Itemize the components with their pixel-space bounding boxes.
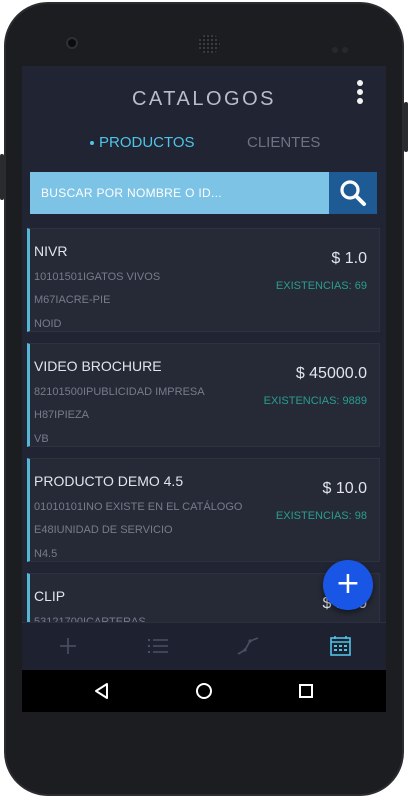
product-name: NIVR [34,243,68,259]
tab-productos[interactable]: PRODUCTOS [90,134,195,151]
page-title: CATALOGOS [131,88,276,110]
tab-bar: PRODUCTOS CLIENTES [22,134,386,158]
product-name: VIDEO BROCHURE [34,358,162,374]
product-stock: EXISTENCIAS: 69 [275,280,367,292]
app-screen: CATALOGOS PRODUCTOS CLIENTES BUSCAR POR … [22,66,386,712]
bottom-navigation [22,622,386,670]
search-button[interactable] [329,172,377,214]
product-price: $ 10.0 [322,480,367,497]
nav-catalog[interactable] [326,633,354,659]
product-card[interactable]: PRODUCTO DEMO 4.5 01010101INO EXISTE EN … [27,458,380,562]
recents-icon [299,684,313,698]
product-id: N4.5 [34,548,58,560]
add-icon [60,638,76,654]
tab-productos-label: PRODUCTOS [99,134,195,151]
product-name: PRODUCTO DEMO 4.5 [34,473,184,489]
product-card[interactable]: NIVR 10101501IGATOS VIVOS M67IACRE-PIE N… [27,228,380,332]
tab-clientes-label: CLIENTES [247,134,321,151]
product-sat-code: 10101501IGATOS VIVOS [34,271,161,283]
product-id: VB [34,433,49,445]
home-icon [196,683,212,699]
product-sat-code: 82101500IPUBLICIDAD IMPRESA [34,386,205,398]
product-unit: H87IPIEZA [34,409,90,421]
product-card[interactable]: VIDEO BROCHURE 82101500IPUBLICIDAD IMPRE… [27,343,380,447]
system-home-button[interactable] [192,679,216,703]
search-icon [340,180,366,206]
plus-icon: + [335,566,361,601]
product-sat-code: 01010101INO EXISTE EN EL CATÁLOGO [34,501,243,513]
overflow-menu-icon[interactable] [352,80,368,108]
active-tab-dot-icon [90,141,94,146]
list-icon [148,639,168,653]
search-bar[interactable]: BUSCAR POR NOMBRE O ID... [30,172,377,214]
product-stock: EXISTENCIAS: 9889 [263,395,367,407]
proximity-sensor [332,40,356,53]
earpiece-speaker [198,34,220,54]
system-navigation-bar [22,670,386,712]
calendar-icon [330,636,351,656]
back-icon [95,683,108,699]
volume-button [404,102,408,152]
tab-clientes[interactable]: CLIENTES [247,134,320,151]
nav-add[interactable] [54,633,82,659]
product-price: $ 45000.0 [295,365,367,382]
add-product-button[interactable]: + [323,560,373,610]
nav-list[interactable] [144,633,172,659]
app-header: CATALOGOS [22,66,386,128]
product-unit: M67IACRE-PIE [34,294,111,306]
product-price: $ 1.0 [331,250,367,267]
system-back-button[interactable] [90,679,114,703]
system-recents-button[interactable] [294,679,318,703]
front-camera [66,37,78,49]
product-name: CLIP [34,588,66,604]
nav-stats[interactable] [234,633,262,659]
power-button [0,154,4,200]
product-unit: E48IUNIDAD DE SERVICIO [34,524,173,536]
search-input[interactable]: BUSCAR POR NOMBRE O ID... [41,186,222,200]
chart-line-icon [237,637,259,655]
product-id: NOID [34,318,62,330]
product-stock: EXISTENCIAS: 98 [275,510,367,522]
